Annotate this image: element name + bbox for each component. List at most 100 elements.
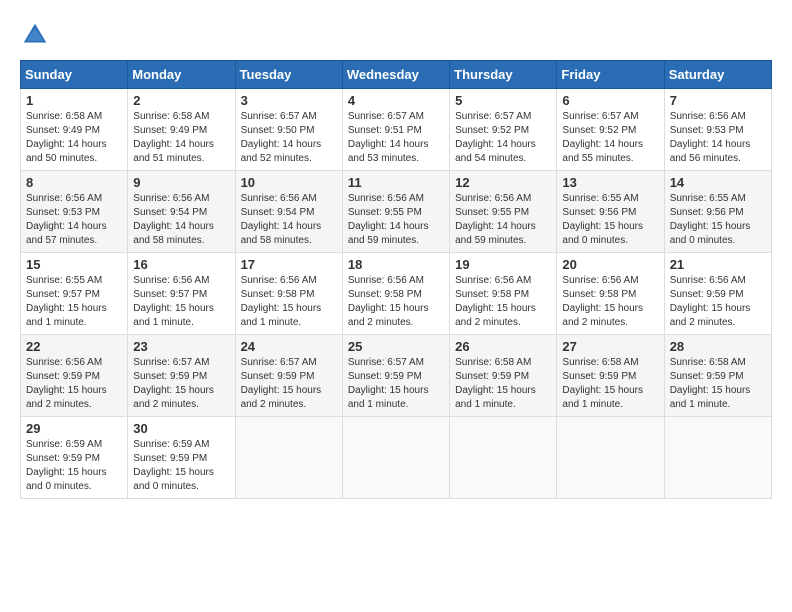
day-number: 6: [562, 93, 658, 108]
day-info: Sunrise: 6:57 AMSunset: 9:50 PMDaylight:…: [241, 110, 337, 166]
day-info: Sunrise: 6:56 AMSunset: 9:59 PMDaylight:…: [26, 356, 122, 412]
day-number: 14: [670, 175, 766, 190]
day-number: 20: [562, 257, 658, 272]
day-number: 8: [26, 175, 122, 190]
header: [20, 20, 772, 50]
day-cell: 23 Sunrise: 6:57 AMSunset: 9:59 PMDayligh…: [128, 335, 235, 417]
day-info: Sunrise: 6:58 AMSunset: 9:59 PMDaylight:…: [562, 356, 658, 412]
day-info: Sunrise: 6:55 AMSunset: 9:56 PMDaylight:…: [670, 192, 766, 248]
day-cell: 8 Sunrise: 6:56 AMSunset: 9:53 PMDaylight…: [21, 171, 128, 253]
day-number: 4: [348, 93, 444, 108]
day-info: Sunrise: 6:56 AMSunset: 9:59 PMDaylight:…: [670, 274, 766, 330]
day-info: Sunrise: 6:57 AMSunset: 9:52 PMDaylight:…: [562, 110, 658, 166]
day-cell: 1 Sunrise: 6:58 AMSunset: 9:49 PMDaylight…: [21, 89, 128, 171]
col-header-thursday: Thursday: [450, 61, 557, 89]
day-info: Sunrise: 6:59 AMSunset: 9:59 PMDaylight:…: [26, 438, 122, 494]
day-number: 11: [348, 175, 444, 190]
day-cell: [342, 417, 449, 499]
day-info: Sunrise: 6:56 AMSunset: 9:53 PMDaylight:…: [670, 110, 766, 166]
day-number: 29: [26, 421, 122, 436]
day-cell: [450, 417, 557, 499]
day-info: Sunrise: 6:59 AMSunset: 9:59 PMDaylight:…: [133, 438, 229, 494]
day-number: 28: [670, 339, 766, 354]
day-cell: 9 Sunrise: 6:56 AMSunset: 9:54 PMDaylight…: [128, 171, 235, 253]
col-header-friday: Friday: [557, 61, 664, 89]
day-info: Sunrise: 6:56 AMSunset: 9:57 PMDaylight:…: [133, 274, 229, 330]
week-row-4: 22 Sunrise: 6:56 AMSunset: 9:59 PMDayligh…: [21, 335, 772, 417]
week-row-2: 8 Sunrise: 6:56 AMSunset: 9:53 PMDaylight…: [21, 171, 772, 253]
day-cell: 16 Sunrise: 6:56 AMSunset: 9:57 PMDayligh…: [128, 253, 235, 335]
day-info: Sunrise: 6:56 AMSunset: 9:58 PMDaylight:…: [562, 274, 658, 330]
day-cell: 3 Sunrise: 6:57 AMSunset: 9:50 PMDaylight…: [235, 89, 342, 171]
day-number: 9: [133, 175, 229, 190]
day-cell: 4 Sunrise: 6:57 AMSunset: 9:51 PMDaylight…: [342, 89, 449, 171]
day-info: Sunrise: 6:58 AMSunset: 9:49 PMDaylight:…: [26, 110, 122, 166]
day-number: 12: [455, 175, 551, 190]
week-row-5: 29 Sunrise: 6:59 AMSunset: 9:59 PMDayligh…: [21, 417, 772, 499]
week-row-1: 1 Sunrise: 6:58 AMSunset: 9:49 PMDaylight…: [21, 89, 772, 171]
col-header-tuesday: Tuesday: [235, 61, 342, 89]
day-number: 23: [133, 339, 229, 354]
day-cell: 13 Sunrise: 6:55 AMSunset: 9:56 PMDayligh…: [557, 171, 664, 253]
day-cell: 22 Sunrise: 6:56 AMSunset: 9:59 PMDayligh…: [21, 335, 128, 417]
day-number: 24: [241, 339, 337, 354]
day-number: 15: [26, 257, 122, 272]
day-info: Sunrise: 6:57 AMSunset: 9:59 PMDaylight:…: [133, 356, 229, 412]
day-number: 22: [26, 339, 122, 354]
day-info: Sunrise: 6:56 AMSunset: 9:54 PMDaylight:…: [133, 192, 229, 248]
day-cell: 29 Sunrise: 6:59 AMSunset: 9:59 PMDayligh…: [21, 417, 128, 499]
day-cell: 18 Sunrise: 6:56 AMSunset: 9:58 PMDayligh…: [342, 253, 449, 335]
day-number: 30: [133, 421, 229, 436]
day-cell: 20 Sunrise: 6:56 AMSunset: 9:58 PMDayligh…: [557, 253, 664, 335]
day-info: Sunrise: 6:58 AMSunset: 9:59 PMDaylight:…: [670, 356, 766, 412]
day-info: Sunrise: 6:56 AMSunset: 9:53 PMDaylight:…: [26, 192, 122, 248]
day-number: 5: [455, 93, 551, 108]
day-cell: 30 Sunrise: 6:59 AMSunset: 9:59 PMDayligh…: [128, 417, 235, 499]
day-cell: 17Sunrise: 6:56 AMSunset: 9:58 PMDayligh…: [235, 253, 342, 335]
day-cell: 15 Sunrise: 6:55 AMSunset: 9:57 PMDayligh…: [21, 253, 128, 335]
day-number: 10: [241, 175, 337, 190]
day-info: Sunrise: 6:56 AMSunset: 9:55 PMDaylight:…: [348, 192, 444, 248]
day-number: 3: [241, 93, 337, 108]
day-cell: 11 Sunrise: 6:56 AMSunset: 9:55 PMDayligh…: [342, 171, 449, 253]
logo: [20, 20, 54, 50]
day-info: Sunrise: 6:57 AMSunset: 9:52 PMDaylight:…: [455, 110, 551, 166]
day-number: 16: [133, 257, 229, 272]
day-cell: 24 Sunrise: 6:57 AMSunset: 9:59 PMDayligh…: [235, 335, 342, 417]
day-cell: 26Sunrise: 6:58 AMSunset: 9:59 PMDayligh…: [450, 335, 557, 417]
day-info: Sunrise: 6:55 AMSunset: 9:57 PMDaylight:…: [26, 274, 122, 330]
day-info: Sunrise: 6:56 AMSunset: 9:58 PMDaylight:…: [348, 274, 444, 330]
day-info: Sunrise: 6:56 AMSunset: 9:55 PMDaylight:…: [455, 192, 551, 248]
day-number: 7: [670, 93, 766, 108]
day-cell: 27Sunrise: 6:58 AMSunset: 9:59 PMDayligh…: [557, 335, 664, 417]
day-cell: 28 Sunrise: 6:58 AMSunset: 9:59 PMDayligh…: [664, 335, 771, 417]
day-info: Sunrise: 6:57 AMSunset: 9:59 PMDaylight:…: [348, 356, 444, 412]
day-cell: 21Sunrise: 6:56 AMSunset: 9:59 PMDayligh…: [664, 253, 771, 335]
day-info: Sunrise: 6:57 AMSunset: 9:51 PMDaylight:…: [348, 110, 444, 166]
day-cell: 6 Sunrise: 6:57 AMSunset: 9:52 PMDaylight…: [557, 89, 664, 171]
day-cell: [557, 417, 664, 499]
day-cell: 5 Sunrise: 6:57 AMSunset: 9:52 PMDaylight…: [450, 89, 557, 171]
col-header-sunday: Sunday: [21, 61, 128, 89]
day-info: Sunrise: 6:57 AMSunset: 9:59 PMDaylight:…: [241, 356, 337, 412]
day-cell: 10 Sunrise: 6:56 AMSunset: 9:54 PMDayligh…: [235, 171, 342, 253]
day-number: 13: [562, 175, 658, 190]
day-info: Sunrise: 6:55 AMSunset: 9:56 PMDaylight:…: [562, 192, 658, 248]
day-number: 19: [455, 257, 551, 272]
page: SundayMondayTuesdayWednesdayThursdayFrid…: [20, 20, 772, 499]
day-cell: 25 Sunrise: 6:57 AMSunset: 9:59 PMDayligh…: [342, 335, 449, 417]
col-header-saturday: Saturday: [664, 61, 771, 89]
day-info: Sunrise: 6:56 AMSunset: 9:54 PMDaylight:…: [241, 192, 337, 248]
day-number: 25: [348, 339, 444, 354]
day-cell: 14 Sunrise: 6:55 AMSunset: 9:56 PMDayligh…: [664, 171, 771, 253]
day-cell: [235, 417, 342, 499]
day-number: 18: [348, 257, 444, 272]
day-number: 17: [241, 257, 337, 272]
calendar-table: SundayMondayTuesdayWednesdayThursdayFrid…: [20, 60, 772, 499]
col-header-monday: Monday: [128, 61, 235, 89]
week-row-3: 15 Sunrise: 6:55 AMSunset: 9:57 PMDayligh…: [21, 253, 772, 335]
day-cell: [664, 417, 771, 499]
day-number: 1: [26, 93, 122, 108]
day-number: 2: [133, 93, 229, 108]
day-cell: 19Sunrise: 6:56 AMSunset: 9:58 PMDayligh…: [450, 253, 557, 335]
